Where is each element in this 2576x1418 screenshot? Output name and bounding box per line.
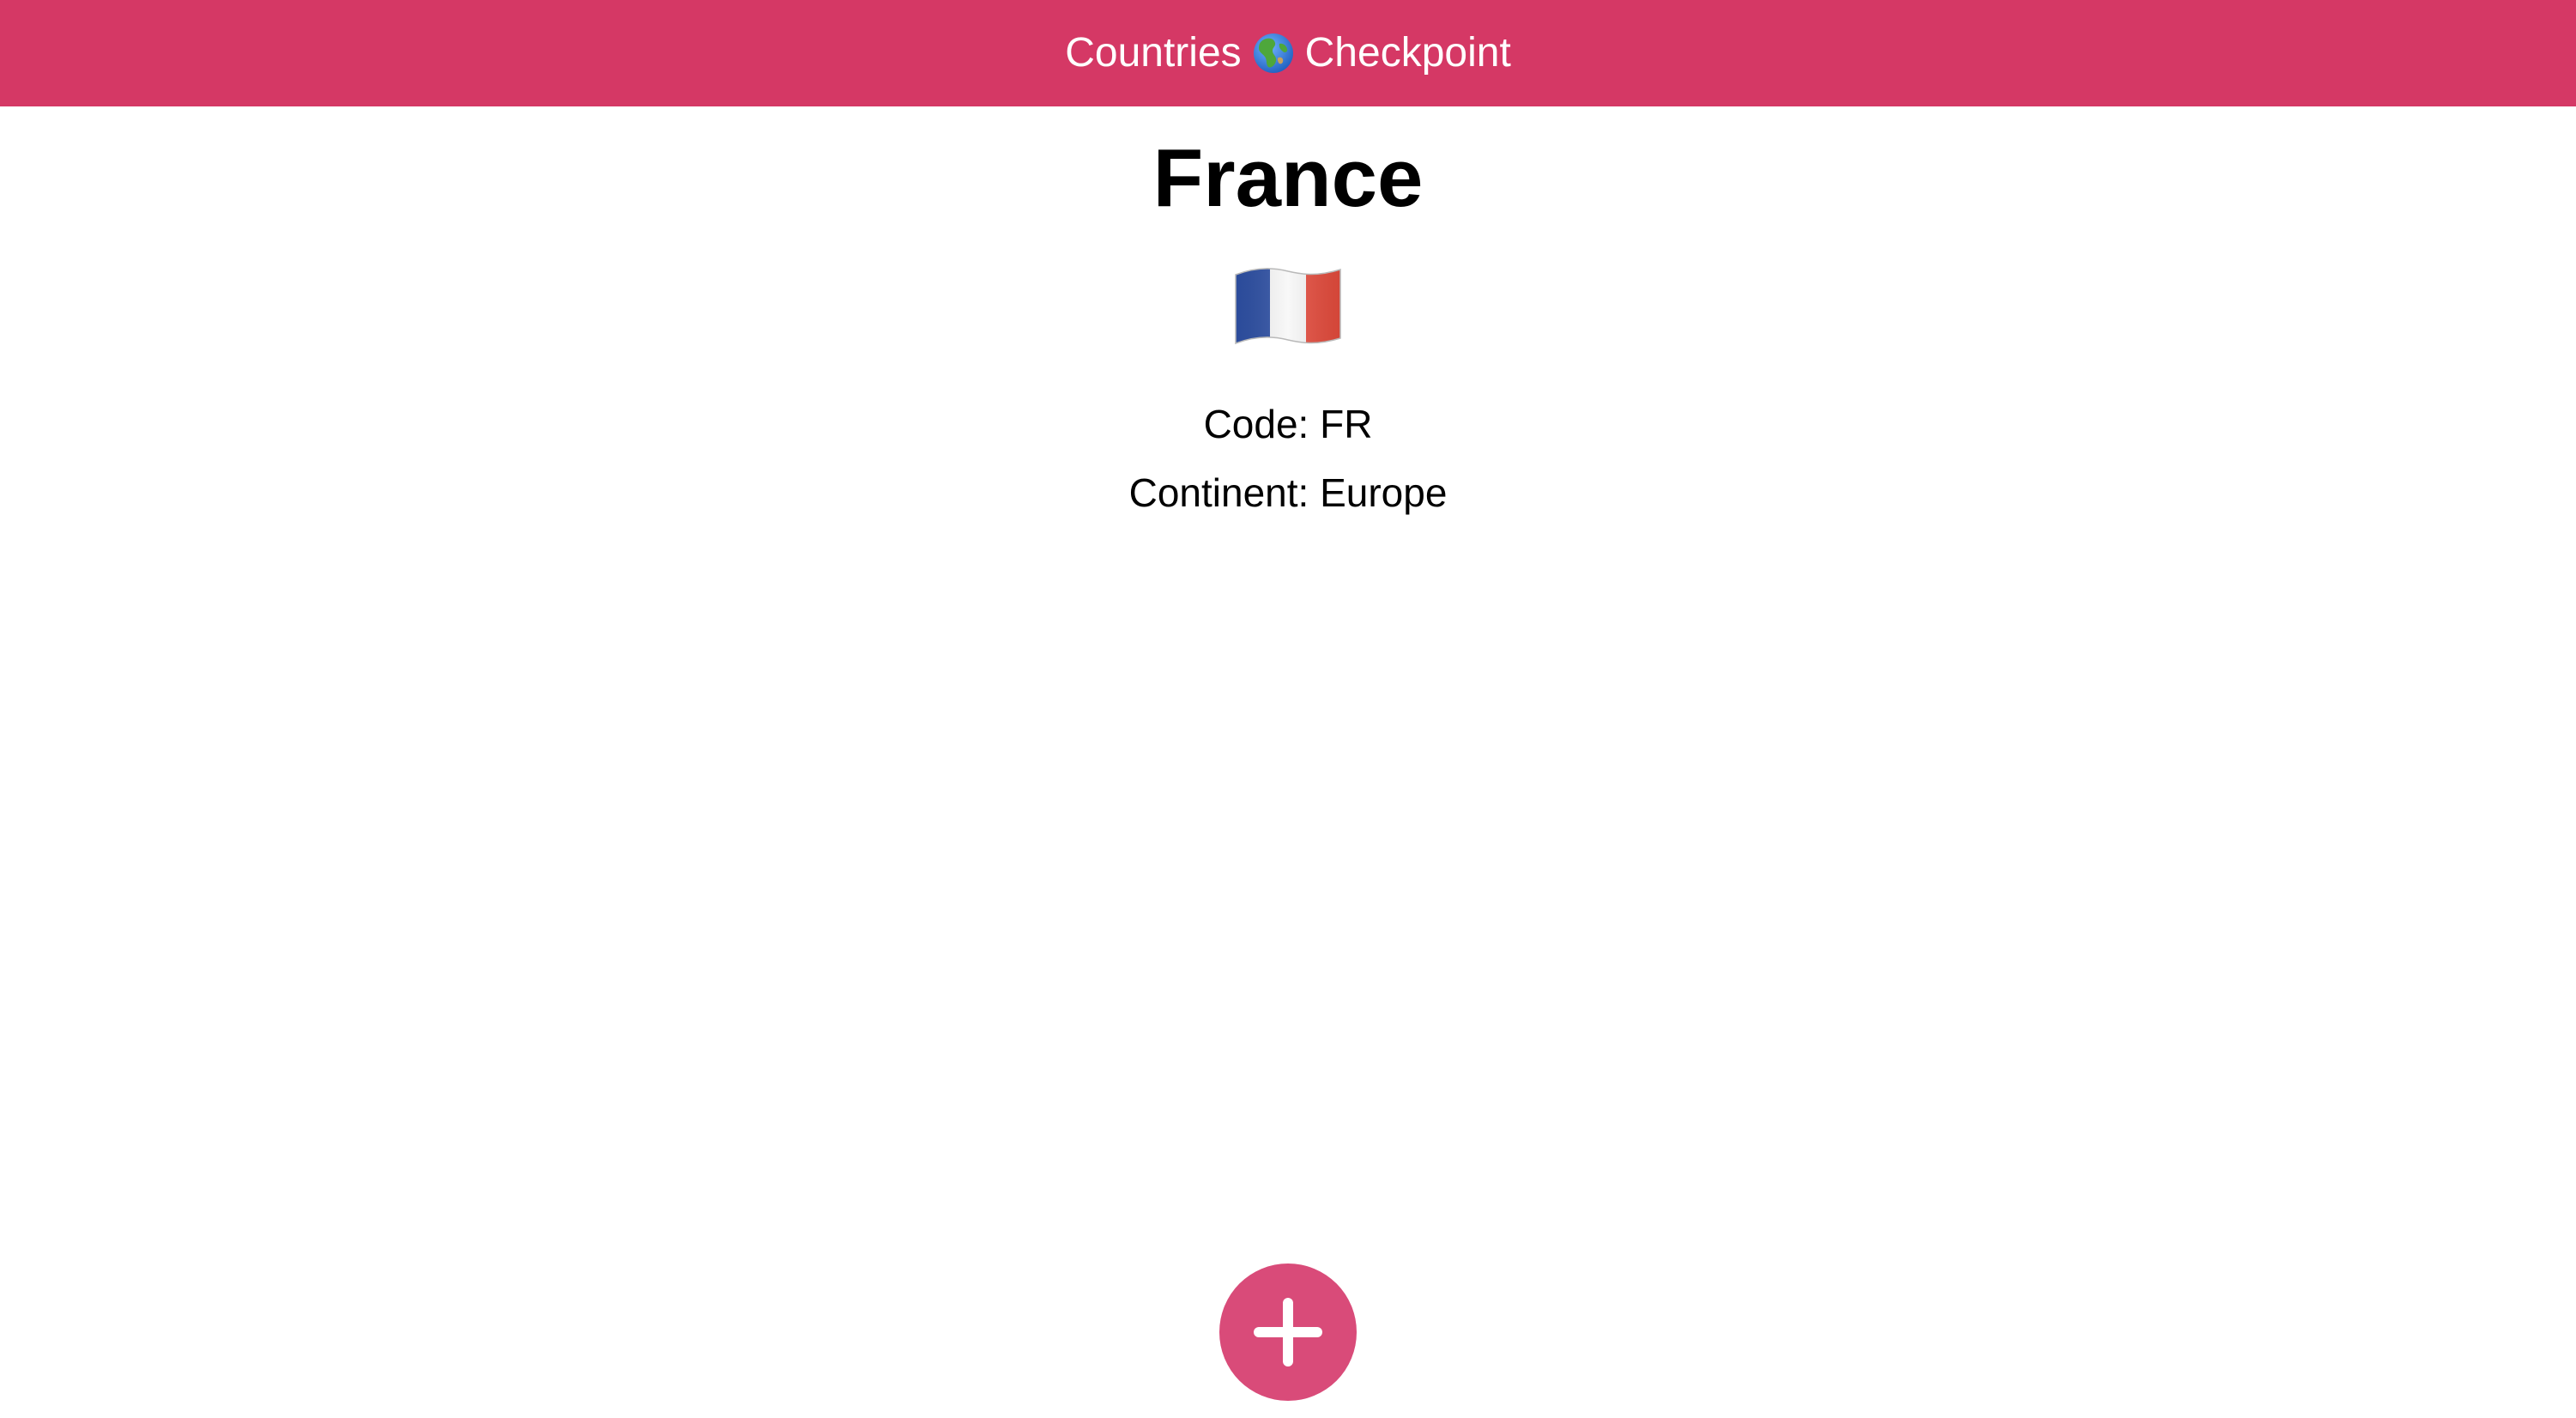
- plus-icon: [1254, 1298, 1322, 1366]
- country-code: Code: FR: [1203, 402, 1373, 446]
- globe-icon: [1252, 32, 1295, 75]
- add-button[interactable]: [1219, 1263, 1357, 1401]
- app-title-text-end: Checkpoint: [1304, 30, 1511, 76]
- country-continent: Continent: Europe: [1128, 470, 1448, 515]
- app-title: Countries Checkpoint: [1065, 32, 1511, 75]
- app-header: Countries Checkpoint: [0, 0, 2576, 106]
- app-title-text-start: Countries: [1065, 30, 1242, 76]
- app-page: Countries Checkpoint France Code: FR Con…: [0, 0, 2576, 1418]
- country-name: France: [1152, 132, 1424, 224]
- france-flag-icon: [1232, 263, 1344, 348]
